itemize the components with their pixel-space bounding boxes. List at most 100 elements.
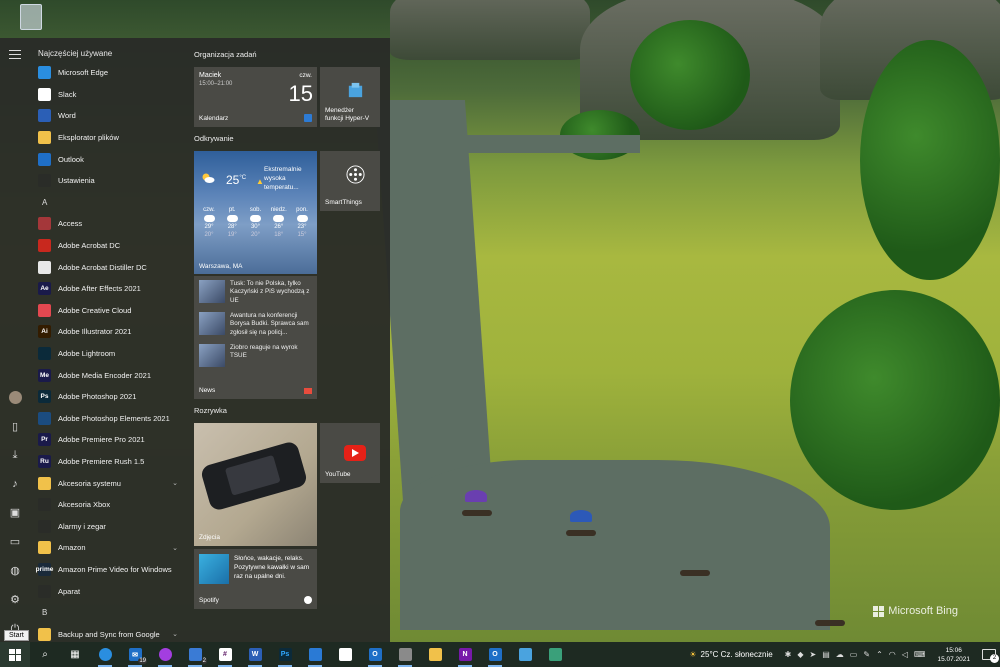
taskbar-hyperv[interactable] [510, 642, 540, 667]
news-thumbnail [199, 344, 225, 367]
news-tile[interactable]: Tusk: To nie Polska, tylko Kaczyński z P… [194, 276, 317, 399]
app-list-item[interactable]: Backup and Sync from Google ⌄ [30, 623, 190, 642]
app-label: Akcesoria Xbox [58, 500, 111, 510]
taskbar-trello[interactable] [300, 642, 330, 667]
taskbar-app[interactable] [330, 642, 360, 667]
app-list-item[interactable]: Pr Adobe Premiere Pro 2021 [30, 429, 190, 451]
taskbar-onenote[interactable]: N [450, 642, 480, 667]
app-list-item[interactable]: Access [30, 213, 190, 235]
monitor-icon[interactable]: ▭ [850, 650, 858, 659]
app-list-item[interactable]: Akcesoria systemu ⌄ [30, 472, 190, 494]
app-list-item[interactable]: Amazon ⌄ [30, 537, 190, 559]
word-icon [38, 109, 51, 123]
taskbar-messenger[interactable] [150, 642, 180, 667]
cloud-icon[interactable]: ☁ [836, 650, 844, 659]
app-list-item[interactable]: Slack [30, 84, 190, 106]
taskbar-edge[interactable] [90, 642, 120, 667]
hamburger-menu-icon[interactable] [9, 50, 21, 62]
folder-icon [38, 476, 51, 490]
taskbar-outlook-2[interactable]: O [480, 642, 510, 667]
taskbar-explorer[interactable] [420, 642, 450, 667]
clock[interactable]: 15:06 15.07.2021 [931, 646, 976, 664]
tile-group-organizacja[interactable]: Organizacja zadań [194, 50, 257, 59]
user-avatar[interactable] [9, 391, 22, 404]
app-list-item[interactable]: Outlook [30, 148, 190, 170]
recycle-bin-icon[interactable] [20, 4, 42, 30]
calendar-tile[interactable]: Maciek 15:00–21:00 czw. 15 Kalendarz [194, 67, 317, 127]
spotify-icon [304, 596, 312, 604]
bing-watermark: Microsoft Bing [873, 605, 958, 617]
search-button[interactable]: ⌕ [30, 642, 60, 667]
weather-widget[interactable]: ☀ 25°C Cz. słonecznie [689, 650, 772, 659]
premiere-pro-icon: Pr [38, 433, 51, 447]
chevron-down-icon: ⌄ [172, 544, 178, 552]
start-button[interactable] [0, 642, 30, 667]
forecast-low: 19° [227, 232, 237, 238]
app-list-item[interactable]: Microsoft Edge [30, 62, 190, 84]
weather-forecast: czw. 29° 20° pt. 28° 19° sob. 30° 20° niedz. 26° 18… [198, 207, 313, 238]
keyboard-icon[interactable]: ⌨ [914, 650, 926, 659]
taskbar-calculator[interactable] [390, 642, 420, 667]
app-list-item[interactable]: Adobe Acrobat Distiller DC [30, 256, 190, 278]
wifi-icon[interactable]: ◠ [889, 650, 896, 659]
app-list-item[interactable]: prime Amazon Prime Video for Windows [30, 559, 190, 581]
app-list: Najczęściej używane Microsoft Edge Slack W… [30, 38, 190, 642]
letter-heading-a[interactable]: A [30, 192, 190, 214]
music-icon[interactable]: ♪ [9, 478, 21, 490]
pictures-icon[interactable]: ▣ [9, 507, 21, 519]
taskbar-mail[interactable]: ✉ 19 [120, 642, 150, 667]
app-list-item[interactable]: Ustawienia [30, 170, 190, 192]
dropbox-icon[interactable]: ▤ [822, 650, 830, 659]
tile-group-rozrywka[interactable]: Rozrywka [194, 406, 227, 415]
app-list-item[interactable]: Eksplorator plików [30, 127, 190, 149]
tile-group-odkrywanie[interactable]: Odkrywanie [194, 134, 234, 143]
taskbar-phone[interactable]: 2 [180, 642, 210, 667]
app-list-item[interactable]: Word [30, 105, 190, 127]
videos-icon[interactable]: ▭ [9, 536, 21, 548]
app-list-item[interactable]: Ai Adobe Illustrator 2021 [30, 321, 190, 343]
downloads-icon[interactable]: ⤓ [9, 449, 21, 461]
notification-center-icon[interactable]: 2 [982, 649, 999, 663]
app-list-item[interactable]: Alarmy i zegar [30, 515, 190, 537]
app-list-item[interactable]: Ps Adobe Photoshop 2021 [30, 386, 190, 408]
settings-gear-icon[interactable]: ⚙ [9, 594, 21, 606]
calendar-day-number: 15 [288, 81, 313, 106]
taskbar-outlook[interactable]: O [360, 642, 390, 667]
app-label: Adobe Illustrator 2021 [58, 327, 132, 337]
camera-icon [38, 584, 51, 598]
xbox-icon [38, 498, 51, 512]
taskbar-network-tool[interactable] [540, 642, 570, 667]
app-label: Adobe Photoshop Elements 2021 [58, 413, 170, 423]
app-list-item[interactable]: Adobe Creative Cloud [30, 300, 190, 322]
smartthings-tile[interactable]: SmartThings [320, 151, 380, 211]
task-view-button[interactable]: ▦ [60, 642, 90, 667]
volume-icon[interactable]: ◁ [902, 650, 908, 659]
spotify-tile[interactable]: Słońce, wakacje, relaks. Pozytywne kawał… [194, 549, 317, 609]
app-list-item[interactable]: Ru Adobe Premiere Rush 1.5 [30, 451, 190, 473]
documents-icon[interactable]: ▯ [9, 421, 21, 433]
shield-icon[interactable]: ◆ [797, 650, 803, 659]
chevron-up-icon[interactable]: ⌃ [876, 650, 883, 659]
calendar-app-icon [304, 114, 312, 122]
app-list-item[interactable]: Adobe Acrobat DC [30, 235, 190, 257]
taskbar-slack[interactable]: # [210, 642, 240, 667]
letter-heading-b[interactable]: B [30, 602, 190, 624]
taskbar-word[interactable]: W [240, 642, 270, 667]
pen-icon[interactable]: ✎ [863, 650, 870, 659]
app-list-item[interactable]: Adobe Photoshop Elements 2021 [30, 408, 190, 430]
weather-tile[interactable]: 25°C ▲ Ekstremalnie wysoka temperatu... … [194, 151, 317, 274]
telegram-icon[interactable]: ➤ [810, 650, 817, 659]
network-icon[interactable]: ◍ [9, 565, 21, 577]
app-list-item[interactable]: Adobe Lightroom [30, 343, 190, 365]
youtube-tile[interactable]: YouTube [320, 423, 380, 483]
taskbar-photoshop[interactable]: Ps [270, 642, 300, 667]
app-list-item[interactable]: Ae Adobe After Effects 2021 [30, 278, 190, 300]
app-list-item[interactable]: Akcesoria Xbox [30, 494, 190, 516]
photos-tile[interactable]: Zdjęcia [194, 423, 317, 546]
app-list-item[interactable]: Me Adobe Media Encoder 2021 [30, 364, 190, 386]
app-list-item[interactable]: Aparat [30, 580, 190, 602]
folder-icon [38, 541, 51, 555]
bluetooth-icon[interactable]: ✱ [785, 650, 792, 659]
hyperv-tile[interactable]: Menedżer funkcji Hyper-V [320, 67, 380, 127]
forecast-high: 26° [274, 224, 284, 230]
